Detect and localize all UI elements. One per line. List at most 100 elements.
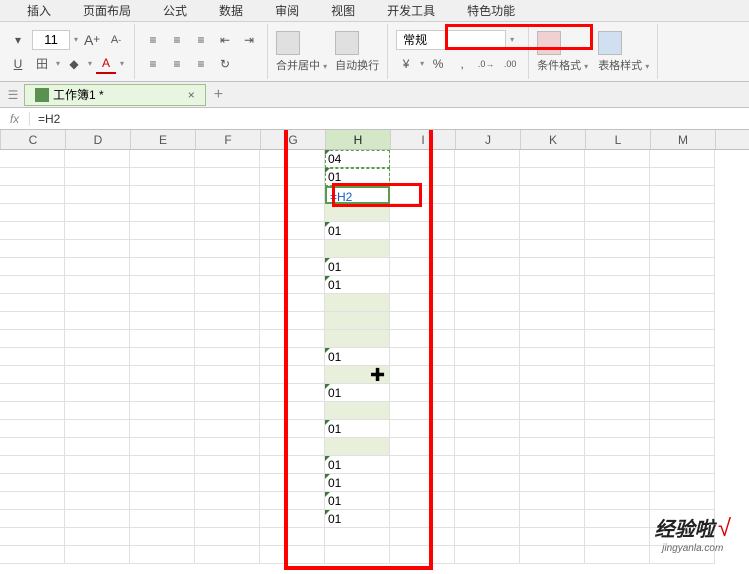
cell[interactable]: [520, 384, 585, 402]
cell[interactable]: [0, 240, 65, 258]
cell[interactable]: [585, 222, 650, 240]
cell[interactable]: [390, 528, 455, 546]
inc-decimal-icon[interactable]: .0→: [476, 54, 496, 74]
cell[interactable]: [455, 150, 520, 168]
align-center-icon[interactable]: ≡: [167, 54, 187, 74]
cell[interactable]: [195, 492, 260, 510]
cell[interactable]: [390, 330, 455, 348]
currency-icon[interactable]: ¥: [396, 54, 416, 74]
align-mid-icon[interactable]: ≡: [167, 30, 187, 50]
cell[interactable]: [585, 276, 650, 294]
cell[interactable]: [650, 240, 715, 258]
cell[interactable]: [0, 366, 65, 384]
fill-color-icon[interactable]: ◆: [64, 54, 84, 74]
cell[interactable]: [195, 456, 260, 474]
cell[interactable]: [390, 258, 455, 276]
cell[interactable]: [130, 294, 195, 312]
cell[interactable]: [195, 402, 260, 420]
cell[interactable]: [0, 204, 65, 222]
cell[interactable]: [325, 204, 390, 222]
cell[interactable]: [455, 510, 520, 528]
cell[interactable]: [650, 456, 715, 474]
cell[interactable]: [260, 258, 325, 276]
cell[interactable]: [520, 222, 585, 240]
cell[interactable]: [195, 348, 260, 366]
align-right-icon[interactable]: ≡: [191, 54, 211, 74]
cell[interactable]: [260, 276, 325, 294]
cell[interactable]: [260, 528, 325, 546]
cell[interactable]: [130, 276, 195, 294]
cell[interactable]: [260, 384, 325, 402]
cell[interactable]: [520, 528, 585, 546]
menu-view[interactable]: 视图: [319, 0, 367, 21]
cell[interactable]: [455, 492, 520, 510]
cell[interactable]: [260, 492, 325, 510]
cell[interactable]: [130, 168, 195, 186]
cell[interactable]: [585, 438, 650, 456]
cell[interactable]: [65, 366, 130, 384]
cell[interactable]: [260, 402, 325, 420]
cell[interactable]: [390, 420, 455, 438]
cell[interactable]: [455, 420, 520, 438]
cell[interactable]: [65, 312, 130, 330]
cell[interactable]: [0, 168, 65, 186]
cell[interactable]: [390, 546, 455, 564]
cell[interactable]: [520, 348, 585, 366]
cell[interactable]: [65, 258, 130, 276]
cell[interactable]: [520, 438, 585, 456]
cell[interactable]: [130, 438, 195, 456]
align-bot-icon[interactable]: ≡: [191, 30, 211, 50]
font-color-icon[interactable]: A: [96, 54, 116, 74]
cell[interactable]: 01: [325, 384, 390, 402]
tab-menu-icon[interactable]: ☰: [4, 86, 22, 104]
cell[interactable]: [585, 240, 650, 258]
cell[interactable]: [195, 510, 260, 528]
cell[interactable]: [0, 402, 65, 420]
cell[interactable]: [520, 186, 585, 204]
border-dropdown[interactable]: ▾: [56, 59, 60, 68]
col-head-c[interactable]: C: [1, 130, 66, 149]
cell[interactable]: [195, 150, 260, 168]
cell[interactable]: [0, 420, 65, 438]
cell[interactable]: [0, 528, 65, 546]
cell[interactable]: [455, 294, 520, 312]
menu-review[interactable]: 审阅: [263, 0, 311, 21]
fill-dropdown[interactable]: ▾: [88, 59, 92, 68]
cell[interactable]: [195, 240, 260, 258]
cell[interactable]: [260, 168, 325, 186]
cell[interactable]: [390, 474, 455, 492]
cell[interactable]: [455, 438, 520, 456]
cell[interactable]: [520, 456, 585, 474]
cell[interactable]: [0, 492, 65, 510]
menu-data[interactable]: 数据: [207, 0, 255, 21]
cell[interactable]: [130, 222, 195, 240]
col-head-g[interactable]: G: [261, 130, 326, 149]
cell[interactable]: [0, 384, 65, 402]
cell[interactable]: [195, 168, 260, 186]
cell[interactable]: [455, 312, 520, 330]
cell[interactable]: [455, 402, 520, 420]
cell[interactable]: [520, 492, 585, 510]
cell[interactable]: [585, 420, 650, 438]
wrap-icon[interactable]: [335, 31, 359, 55]
cell[interactable]: [325, 546, 390, 564]
cell[interactable]: [195, 474, 260, 492]
cell[interactable]: [520, 366, 585, 384]
col-head-j[interactable]: J: [456, 130, 521, 149]
font-size-dropdown[interactable]: ▾: [74, 35, 78, 44]
cell[interactable]: [325, 294, 390, 312]
menu-page-layout[interactable]: 页面布局: [71, 0, 143, 21]
cell[interactable]: [260, 222, 325, 240]
cell[interactable]: [260, 348, 325, 366]
cell[interactable]: [585, 384, 650, 402]
workbook-tab[interactable]: 工作簿1 * ×: [24, 84, 206, 106]
cell[interactable]: [130, 384, 195, 402]
table-style-icon[interactable]: [598, 31, 622, 55]
paste-icon[interactable]: ▾: [8, 30, 28, 50]
cell[interactable]: [0, 276, 65, 294]
cell[interactable]: [520, 258, 585, 276]
cell[interactable]: [260, 366, 325, 384]
cell[interactable]: [65, 168, 130, 186]
cell[interactable]: [520, 546, 585, 564]
cell[interactable]: [260, 330, 325, 348]
